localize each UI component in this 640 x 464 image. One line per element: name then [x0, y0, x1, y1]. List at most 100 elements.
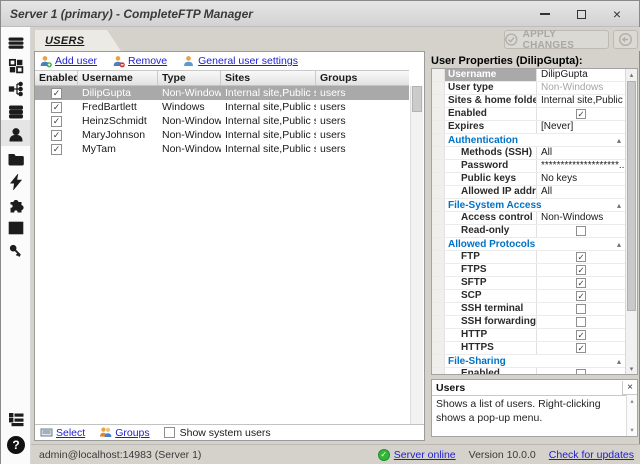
property-row[interactable]: Enabled: [432, 108, 625, 121]
column-username[interactable]: Username: [78, 71, 158, 85]
property-grid-scrollbar[interactable]: ▴ ▾: [625, 69, 637, 374]
remove-user-button[interactable]: Remove: [112, 55, 167, 68]
collapse-arrow-icon[interactable]: ▴: [617, 240, 625, 249]
events-icon[interactable]: [8, 174, 24, 190]
checkbox[interactable]: [576, 109, 586, 119]
help-scroll-up-icon[interactable]: ▴: [627, 396, 637, 406]
property-row[interactable]: Expires [Never]: [432, 121, 625, 134]
property-value[interactable]: [537, 252, 625, 262]
table-row[interactable]: MaryJohnson Non-Windows Internal site,Publ…: [35, 128, 409, 142]
property-value[interactable]: [537, 291, 625, 301]
checkbox[interactable]: [51, 115, 62, 127]
property-row[interactable]: SCP: [432, 290, 625, 303]
users-icon[interactable]: [8, 127, 24, 143]
minimize-button[interactable]: [527, 3, 563, 25]
general-user-settings-button[interactable]: General user settings: [182, 55, 298, 68]
column-enabled[interactable]: Enabled: [35, 71, 78, 85]
collapse-arrow-icon[interactable]: ▴: [617, 357, 625, 366]
property-value[interactable]: Internal site,Public site: [537, 95, 625, 107]
users-table-scrollbar-thumb[interactable]: [412, 86, 422, 112]
property-row[interactable]: Public keys No keys: [432, 173, 625, 186]
checkbox[interactable]: [576, 291, 586, 301]
property-value[interactable]: All: [537, 186, 625, 198]
scroll-up-icon[interactable]: ▴: [626, 69, 637, 80]
property-grid-scrollbar-thumb[interactable]: [627, 81, 636, 311]
property-row[interactable]: Access control Non-Windows: [432, 212, 625, 225]
checkbox[interactable]: [576, 317, 586, 327]
property-row[interactable]: User type Non-Windows: [432, 82, 625, 95]
licensing-icon[interactable]: [8, 243, 24, 259]
property-row[interactable]: Enabled: [432, 368, 625, 374]
column-type[interactable]: Type: [158, 71, 221, 85]
property-row[interactable]: Allowed IP addressesAll: [432, 186, 625, 199]
property-category-row[interactable]: Authentication ▴: [432, 134, 625, 147]
property-row[interactable]: Username DilipGupta: [432, 69, 625, 82]
property-value[interactable]: Non-Windows: [537, 212, 625, 224]
undo-changes-button[interactable]: [613, 30, 638, 49]
property-value[interactable]: All: [537, 147, 625, 159]
column-groups[interactable]: Groups: [316, 71, 406, 85]
property-value[interactable]: [537, 304, 625, 314]
folders-icon[interactable]: [8, 151, 24, 167]
show-system-users-toggle[interactable]: Show system users: [163, 427, 271, 439]
checkbox[interactable]: [51, 143, 62, 155]
menu-icon[interactable]: [8, 35, 24, 51]
tab-users[interactable]: USERS: [35, 30, 121, 51]
check-for-updates-link[interactable]: Check for updates: [549, 449, 634, 461]
property-value[interactable]: [Never]: [537, 121, 625, 133]
help-close-button[interactable]: ×: [622, 380, 637, 395]
property-value[interactable]: ********************...: [537, 160, 625, 172]
property-value[interactable]: DilipGupta: [537, 69, 625, 81]
property-value[interactable]: [537, 317, 625, 327]
apply-changes-button[interactable]: APPLY CHANGES: [504, 29, 609, 51]
property-value[interactable]: [537, 226, 625, 236]
property-value[interactable]: No keys: [537, 173, 625, 185]
property-value[interactable]: [537, 330, 625, 340]
users-table-scrollbar[interactable]: [410, 86, 423, 425]
column-sites[interactable]: Sites: [221, 71, 316, 85]
property-row[interactable]: Methods (SSH) All: [432, 147, 625, 160]
show-system-users-checkbox[interactable]: [163, 427, 175, 438]
property-value[interactable]: [537, 343, 625, 353]
property-category-row[interactable]: File-System Access ▴: [432, 199, 625, 212]
checkbox[interactable]: [576, 265, 586, 275]
property-row[interactable]: FTP: [432, 251, 625, 264]
table-row[interactable]: DilipGupta Non-Windows Internal site,Publi…: [35, 86, 409, 100]
property-category-row[interactable]: File-Sharing ▴: [432, 355, 625, 368]
checkbox[interactable]: [576, 369, 586, 374]
property-value[interactable]: Non-Windows: [537, 82, 625, 94]
checkbox[interactable]: [51, 129, 62, 141]
property-row[interactable]: HTTPS: [432, 342, 625, 355]
checkbox[interactable]: [576, 330, 586, 340]
checkbox[interactable]: [576, 278, 586, 288]
checkbox[interactable]: [576, 304, 586, 314]
property-row[interactable]: Read-only: [432, 225, 625, 238]
add-user-button[interactable]: Add user: [39, 55, 97, 68]
dashboard-icon[interactable]: [8, 58, 24, 74]
help-icon[interactable]: ?: [7, 436, 25, 454]
collapse-arrow-icon[interactable]: ▴: [617, 136, 625, 145]
property-row[interactable]: SSH terminal: [432, 303, 625, 316]
select-button[interactable]: Select: [40, 426, 85, 439]
property-row[interactable]: SSH forwarding: [432, 316, 625, 329]
checkbox[interactable]: [576, 226, 586, 236]
property-value[interactable]: [537, 278, 625, 288]
table-row[interactable]: FredBartlett Windows Internal site,Public …: [35, 100, 409, 114]
table-row[interactable]: MyTam Non-Windows Internal site,Public sit…: [35, 142, 409, 156]
property-row[interactable]: FTPS: [432, 264, 625, 277]
help-box-scrollbar[interactable]: ▴ ▾: [626, 395, 637, 436]
property-row[interactable]: SFTP: [432, 277, 625, 290]
property-value[interactable]: [537, 109, 625, 119]
server-online-link[interactable]: ✓ Server online: [377, 448, 456, 461]
collapse-arrow-icon[interactable]: ▴: [617, 201, 625, 210]
users-table-header[interactable]: Enabled Username Type Sites Groups: [35, 70, 409, 86]
maximize-button[interactable]: [563, 3, 599, 25]
property-value[interactable]: [537, 369, 625, 374]
monitoring-icon[interactable]: [8, 220, 24, 236]
property-row[interactable]: Password ********************...: [432, 160, 625, 173]
log-icon[interactable]: [8, 411, 24, 427]
property-value[interactable]: [537, 265, 625, 275]
scroll-down-icon[interactable]: ▾: [626, 363, 637, 374]
property-category-row[interactable]: Allowed Protocols ▴: [432, 238, 625, 251]
checkbox[interactable]: [576, 252, 586, 262]
